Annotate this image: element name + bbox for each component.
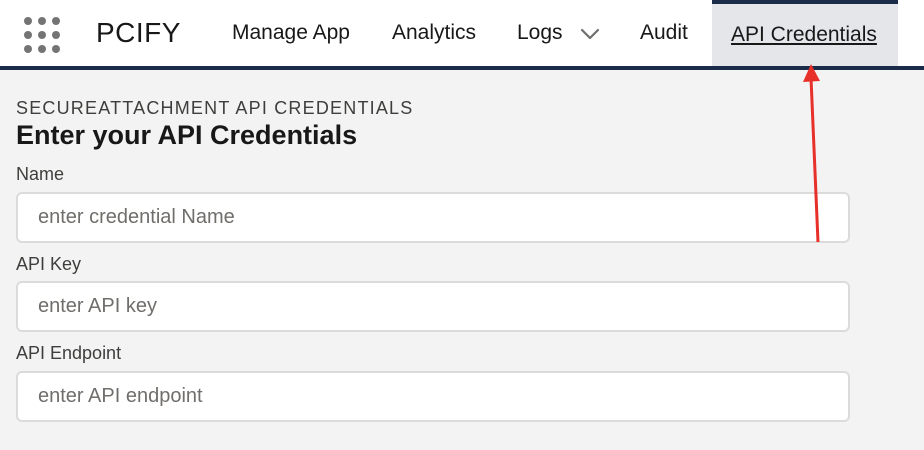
app-launcher-waffle-icon[interactable] — [24, 17, 62, 55]
nav-item-audit[interactable]: Audit — [628, 0, 700, 66]
name-input[interactable] — [16, 192, 850, 243]
api-endpoint-input[interactable] — [16, 371, 850, 422]
nav-item-logs[interactable]: Logs — [505, 0, 575, 66]
nav-item-analytics[interactable]: Analytics — [380, 0, 488, 66]
api-key-field-label: API Key — [16, 254, 82, 274]
name-field-label: Name — [16, 164, 65, 184]
chevron-down-icon[interactable] — [579, 26, 601, 42]
api-key-input[interactable] — [16, 281, 850, 332]
app-name: PCIFY — [96, 17, 181, 48]
nav-item-manage-app[interactable]: Manage App — [220, 0, 362, 66]
api-credentials-form-panel: SECUREATTACHMENT API CREDENTIALS Enter y… — [0, 70, 924, 450]
nav-item-api-credentials[interactable]: API Credentials — [712, 0, 898, 66]
page-title: Enter your API Credentials — [16, 120, 358, 150]
page-eyebrow: SECUREATTACHMENT API CREDENTIALS — [16, 98, 414, 118]
api-endpoint-field-label: API Endpoint — [16, 343, 122, 363]
global-navigation-bar: PCIFY Manage App Analytics Logs Audit AP… — [0, 0, 924, 66]
